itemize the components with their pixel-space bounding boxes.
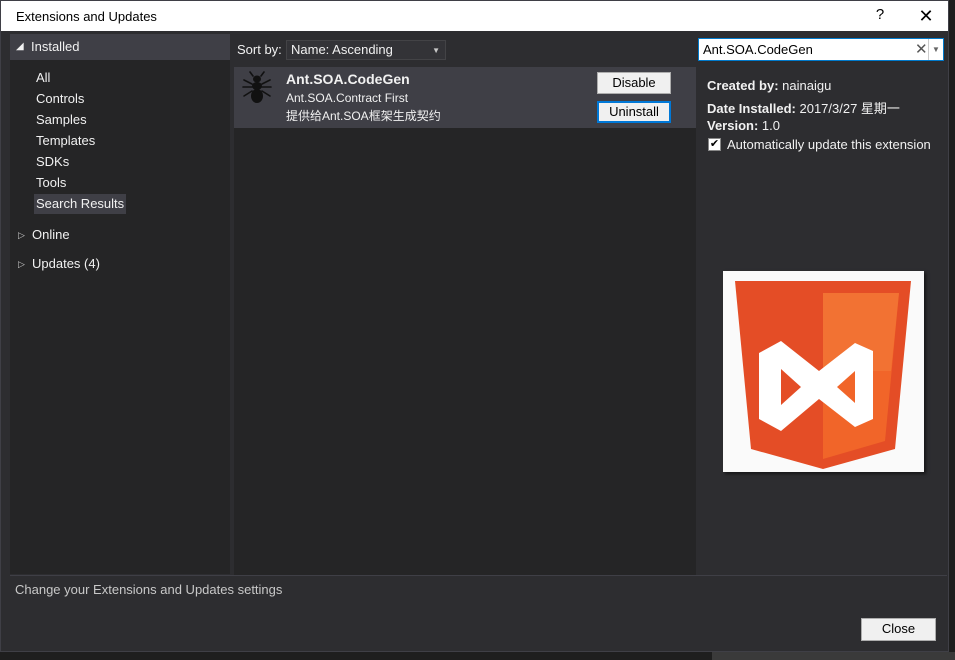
uninstall-button[interactable]: Uninstall — [597, 101, 671, 123]
extension-preview-image — [723, 271, 924, 472]
nav-item-samples[interactable]: Samples — [34, 110, 89, 130]
nav-item-sdks[interactable]: SDKs — [34, 152, 71, 172]
created-by-label: Created by: — [707, 78, 779, 93]
nav-item-all[interactable]: All — [34, 68, 52, 88]
chevron-down-icon: ▼ — [432, 46, 440, 55]
close-icon[interactable]: ✕ — [913, 3, 939, 29]
auto-update-label[interactable]: Automatically update this extension — [727, 137, 931, 152]
sort-dropdown[interactable]: Name: Ascending ▼ — [286, 40, 446, 60]
version-row: Version: 1.0 — [707, 118, 780, 133]
ant-icon — [242, 71, 272, 103]
extension-name: Ant.SOA.CodeGen — [286, 71, 410, 87]
expanded-triangle-icon: ◢ — [16, 41, 24, 52]
search-box[interactable]: ✕ ▼ — [698, 38, 944, 61]
clear-search-icon[interactable]: ✕ — [915, 40, 928, 58]
background-taskbar — [712, 652, 955, 660]
details-pane: Created by: nainaigu Date Installed: 201… — [698, 67, 947, 575]
nav-item-controls[interactable]: Controls — [34, 89, 86, 109]
extension-list: Ant.SOA.CodeGen Ant.SOA.Contract First 提… — [234, 67, 696, 575]
auto-update-checkbox[interactable]: ✔ — [708, 138, 721, 151]
disable-button[interactable]: Disable — [597, 72, 671, 94]
date-installed-label: Date Installed: — [707, 101, 796, 116]
extension-list-item[interactable]: Ant.SOA.CodeGen Ant.SOA.Contract First 提… — [234, 67, 696, 128]
nav-item-tools[interactable]: Tools — [34, 173, 68, 193]
help-button[interactable]: ? — [873, 6, 887, 23]
sort-value: Name: Ascending — [291, 42, 393, 57]
nav-installed[interactable]: ◢ Installed — [10, 34, 230, 60]
date-installed-row: Date Installed: 2017/3/27 星期一 — [707, 98, 900, 117]
date-installed-value: 2017/3/27 星期一 — [799, 101, 900, 116]
title-bar: Extensions and Updates ? ✕ — [1, 1, 948, 31]
extensions-dialog: Extensions and Updates ? ✕ ◢ Installed A… — [0, 0, 949, 652]
category-nav: ◢ Installed All Controls Samples Templat… — [10, 34, 230, 574]
nav-updates-label: Updates (4) — [32, 256, 100, 271]
sort-label: Sort by: — [237, 42, 282, 57]
footer-divider — [10, 575, 947, 576]
created-by-value: nainaigu — [782, 78, 832, 93]
settings-link[interactable]: Change your Extensions and Updates setti… — [15, 582, 282, 597]
search-dropdown-icon[interactable]: ▼ — [928, 39, 943, 60]
extension-subtitle: Ant.SOA.Contract First — [286, 91, 409, 105]
created-by-row: Created by: nainaigu — [707, 78, 831, 93]
nav-installed-label: Installed — [31, 39, 80, 54]
version-value: 1.0 — [761, 118, 780, 133]
search-input[interactable] — [703, 41, 908, 58]
version-label: Version: — [707, 118, 759, 133]
extension-description: 提供给Ant.SOA框架生成契约 — [286, 109, 441, 123]
window-title: Extensions and Updates — [16, 9, 157, 24]
collapsed-triangle-icon: ▷ — [18, 259, 25, 269]
close-button[interactable]: Close — [861, 618, 936, 641]
nav-online-label: Online — [32, 227, 70, 242]
visual-studio-logo-icon — [735, 281, 911, 469]
collapsed-triangle-icon: ▷ — [18, 230, 25, 240]
nav-item-templates[interactable]: Templates — [34, 131, 97, 151]
nav-item-search-results[interactable]: Search Results — [34, 194, 127, 214]
